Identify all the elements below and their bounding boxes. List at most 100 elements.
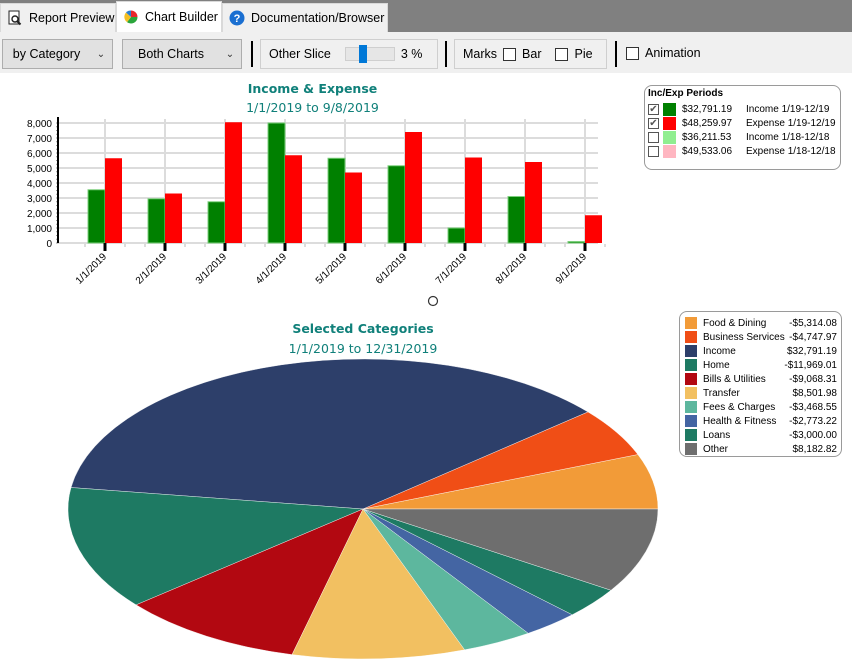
category-color-swatch [685, 415, 697, 427]
category-name: Business Services [703, 331, 785, 343]
svg-text:?: ? [234, 13, 241, 25]
help-icon: ? [229, 10, 245, 26]
slider-thumb[interactable] [358, 45, 367, 63]
expense-bar[interactable] [345, 172, 362, 244]
period-legend-item: $49,533.06 Expense 1/18-12/18 [648, 144, 840, 158]
tab-label: Chart Builder [145, 10, 218, 24]
category-value: -$5,314.08 [789, 317, 837, 329]
tab-report-preview[interactable]: Report Preview [0, 3, 116, 32]
period-checkbox[interactable]: ✔ [648, 103, 659, 115]
expense-bar[interactable] [285, 155, 302, 243]
tab-documentation-browser[interactable]: ? Documentation/Browser [222, 3, 388, 32]
bar-marks-checkbox[interactable] [503, 47, 517, 61]
category-name: Income [703, 345, 736, 357]
category-value: -$4,747.97 [789, 331, 837, 343]
other-slice-label: Other Slice [269, 47, 331, 61]
other-slice-slider[interactable] [344, 45, 395, 63]
category-legend-item[interactable]: Fees & Charges -$3,468.55 [685, 400, 837, 414]
category-value: $32,791.19 [786, 345, 837, 357]
chart-select-value: Both Charts [137, 47, 204, 61]
period-checkbox[interactable] [648, 145, 659, 157]
expense-bar[interactable] [165, 193, 182, 244]
y-tick-label: 2,000 [27, 209, 52, 220]
category-color-swatch [685, 373, 697, 385]
category-name: Other [703, 443, 729, 455]
x-tick-label: 6/1/2019 [374, 251, 410, 287]
y-tick-label: 8,000 [27, 119, 52, 130]
category-color-swatch [685, 359, 697, 371]
bar-marks-label: Bar [522, 47, 542, 61]
category-value: -$3,000.00 [789, 429, 837, 441]
income-bar[interactable] [507, 196, 526, 244]
animation-option: Animation [620, 46, 701, 60]
expense-bar[interactable] [525, 162, 542, 243]
category-legend-item[interactable]: Income $32,791.19 [685, 344, 837, 358]
expense-bar[interactable] [105, 158, 122, 243]
period-label: Income 1/19-12/19 [746, 103, 830, 115]
period-color-swatch [663, 116, 676, 130]
tab-bar: Report Preview Chart Builder ? Documenta… [0, 0, 852, 32]
marks-group: Marks Bar Pie [454, 39, 607, 69]
chart-select[interactable]: Both Charts ⌄ [122, 39, 242, 69]
grouping-select[interactable]: by Category ⌄ [2, 39, 113, 69]
bar-chart-title: Income & Expense [247, 81, 378, 96]
period-label: Expense 1/18-12/18 [746, 145, 836, 157]
income-bar[interactable] [447, 227, 466, 244]
x-tick-label: 2/1/2019 [134, 251, 170, 287]
period-amount: $36,211.53 [682, 131, 732, 143]
expense-bar[interactable] [225, 122, 242, 243]
category-name: Health & Fitness [703, 415, 777, 427]
income-bar[interactable] [147, 198, 166, 244]
pie-marks-checkbox[interactable] [555, 47, 569, 61]
category-legend-item[interactable]: Bills & Utilities -$9,068.31 [685, 372, 837, 386]
marks-label: Marks [463, 47, 498, 61]
category-color-swatch [685, 387, 697, 399]
expense-bar[interactable] [405, 132, 422, 243]
category-value: $8,501.98 [792, 387, 838, 399]
x-tick-label: 8/1/2019 [494, 251, 530, 287]
period-checkbox[interactable] [648, 131, 659, 143]
period-amount: $49,533.06 [682, 145, 733, 157]
income-bar[interactable] [267, 122, 286, 244]
period-color-swatch [663, 102, 676, 116]
splitter-handle[interactable] [427, 295, 439, 307]
animation-checkbox[interactable] [626, 46, 639, 60]
pie-chart-title: Selected Categories [292, 321, 434, 336]
category-legend-item[interactable]: Health & Fitness -$2,773.22 [685, 414, 837, 428]
expense-bar[interactable] [465, 157, 482, 244]
animation-label: Animation [645, 46, 701, 60]
y-tick-label: 3,000 [27, 194, 52, 205]
income-bar[interactable] [327, 157, 346, 244]
period-amount: $48,259.97 [682, 117, 733, 129]
grouping-select-value: by Category [12, 47, 81, 61]
income-bar[interactable] [567, 241, 586, 244]
category-legend-item[interactable]: Transfer $8,501.98 [685, 386, 837, 400]
category-legend-item[interactable]: Home -$11,969.01 [685, 358, 837, 372]
income-bar[interactable] [387, 165, 406, 244]
period-amount: $32,791.19 [682, 103, 733, 115]
pie-chart-subtitle: 1/1/2019 to 12/31/2019 [288, 341, 438, 356]
categories-legend: Food & Dining -$5,314.08 Business Services… [679, 311, 842, 457]
toolbar-divider [251, 41, 253, 67]
category-legend-item[interactable]: Loans -$3,000.00 [685, 428, 837, 442]
income-bar[interactable] [87, 189, 106, 244]
category-legend-item[interactable]: Other $8,182.82 [685, 442, 837, 456]
pie-chart [67, 358, 659, 660]
x-tick-label: 1/1/2019 [74, 251, 110, 287]
x-tick-label: 4/1/2019 [254, 251, 290, 287]
period-checkbox[interactable]: ✔ [648, 117, 659, 129]
category-legend-item[interactable]: Business Services -$4,747.97 [685, 330, 837, 344]
pie-marks-label: Pie [574, 47, 593, 61]
period-label: Income 1/18-12/18 [746, 131, 830, 143]
toolbar-divider [445, 41, 447, 67]
y-tick-label: 1,000 [27, 224, 52, 235]
category-legend-item[interactable]: Food & Dining -$5,314.08 [685, 316, 837, 330]
tab-chart-builder[interactable]: Chart Builder [116, 1, 222, 32]
income-bar[interactable] [207, 201, 226, 244]
chevron-down-icon: ⌄ [96, 48, 106, 60]
category-value: -$9,068.31 [789, 373, 837, 385]
period-legend-item: ✔ $48,259.97 Expense 1/19-12/19 [648, 116, 840, 130]
expense-bar[interactable] [585, 215, 602, 243]
toolbar-divider [615, 41, 617, 67]
category-name: Food & Dining [703, 317, 767, 329]
